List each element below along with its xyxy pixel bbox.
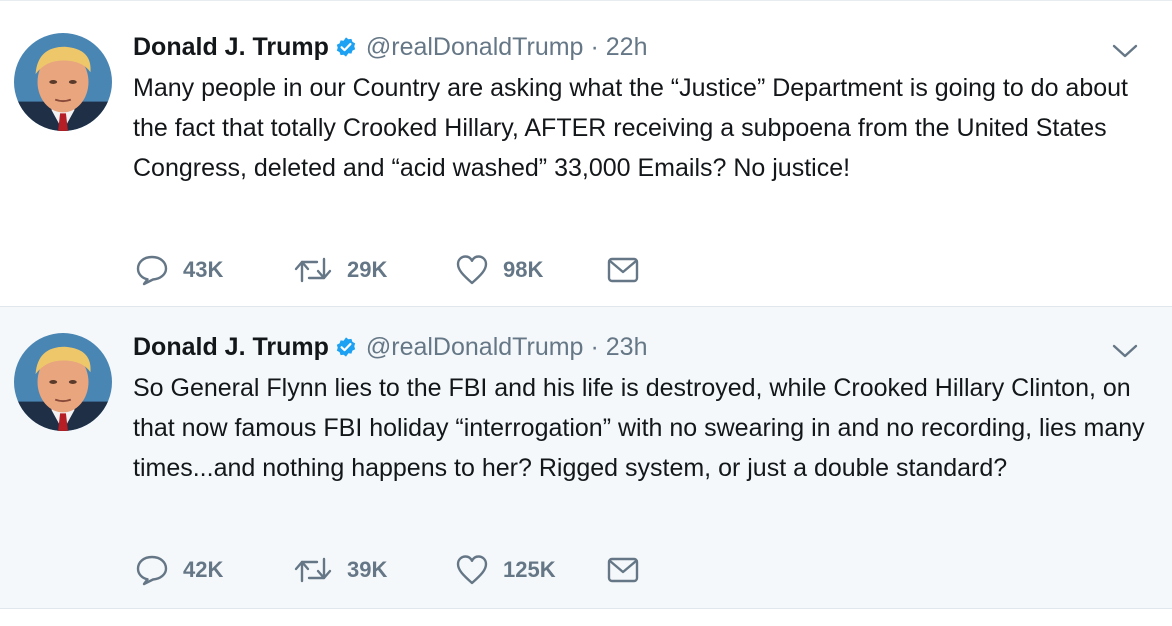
reply-count: 42K — [183, 557, 224, 582]
heart-icon — [456, 555, 488, 585]
reply-button[interactable]: 42K — [135, 553, 293, 587]
retweet-count: 39K — [347, 557, 388, 582]
author-handle[interactable]: @realDonaldTrump — [366, 333, 584, 362]
like-count: 125K — [503, 557, 556, 582]
tweet-actions: 43K 29K 98K — [135, 253, 647, 287]
tweet-feed: Donald J. Trump @realDonaldTrump · 22h M… — [0, 0, 1172, 626]
reply-button[interactable]: 43K — [135, 253, 293, 287]
direct-message-button[interactable] — [607, 553, 647, 587]
direct-message-button[interactable] — [607, 253, 647, 287]
like-count: 98K — [503, 257, 544, 282]
verified-badge-icon — [335, 36, 357, 58]
tweet-text: Many people in our Country are asking wh… — [133, 74, 1128, 182]
author-handle[interactable]: @realDonaldTrump — [366, 33, 584, 62]
like-button[interactable]: 125K — [455, 553, 607, 587]
retweet-button[interactable]: 39K — [293, 553, 455, 587]
retweet-button[interactable]: 29K — [293, 253, 455, 287]
reply-count: 43K — [183, 257, 224, 282]
verified-badge-icon — [335, 336, 357, 358]
timestamp[interactable]: 23h — [606, 333, 648, 362]
avatar-image — [14, 33, 112, 131]
separator-dot: · — [590, 332, 599, 361]
author-name[interactable]: Donald J. Trump — [133, 33, 329, 62]
like-button[interactable]: 98K — [455, 253, 607, 287]
retweet-icon — [294, 257, 332, 283]
retweet-count: 29K — [347, 257, 388, 282]
reply-icon — [136, 555, 168, 586]
reply-icon — [136, 255, 168, 286]
avatar[interactable] — [14, 33, 112, 131]
tweet-text: So General Flynn lies to the FBI and his… — [133, 374, 1145, 482]
envelope-icon — [607, 257, 639, 283]
tweet[interactable]: Donald J. Trump @realDonaldTrump · 23h S… — [0, 307, 1172, 609]
avatar[interactable] — [14, 333, 112, 431]
retweet-icon — [294, 557, 332, 583]
tweet-header: Donald J. Trump @realDonaldTrump · 22h — [133, 29, 648, 65]
envelope-icon — [607, 557, 639, 583]
author-name[interactable]: Donald J. Trump — [133, 333, 329, 362]
chevron-down-icon[interactable] — [1112, 343, 1138, 359]
timestamp[interactable]: 22h — [606, 33, 648, 62]
heart-icon — [456, 255, 488, 285]
tweet-actions: 42K 39K 125K — [135, 553, 647, 587]
tweet[interactable]: Donald J. Trump @realDonaldTrump · 22h M… — [0, 7, 1172, 307]
avatar-image — [14, 333, 112, 431]
separator-dot: · — [590, 32, 599, 61]
tweet-header: Donald J. Trump @realDonaldTrump · 23h — [133, 329, 648, 365]
chevron-down-icon[interactable] — [1112, 43, 1138, 59]
